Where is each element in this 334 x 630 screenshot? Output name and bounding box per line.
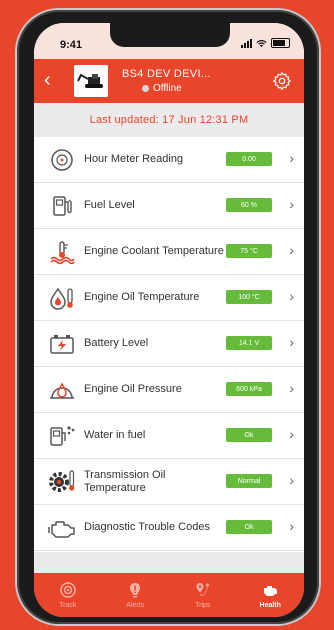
track-icon [60,581,76,598]
chevron-right-icon: › [289,426,294,442]
transmission-icon [46,466,78,498]
clock: 9:41 [60,39,83,51]
status-dot-icon [142,85,149,92]
water-in-fuel-icon [46,420,78,452]
chevron-right-icon: › [289,150,294,166]
oil-temperature-icon [46,282,78,314]
chevron-right-icon: › [289,242,294,258]
vehicle-thumbnail [74,65,108,97]
status-bar: 9:41 [34,23,304,59]
tab-label: Alerts [126,601,145,609]
row-transmission-oil-temperature[interactable]: Transmission Oil Temperature Normal › [34,459,304,505]
row-engine-oil-temperature[interactable]: Engine Oil Temperature 100 °C › [34,275,304,321]
row-engine-coolant-temperature[interactable]: Engine Coolant Temperature 75 °C › [34,229,304,275]
status-text: Offline [153,83,182,94]
gear-icon[interactable] [272,71,292,91]
system-icons [241,38,290,48]
row-battery-level[interactable]: Battery Level 14.1 V › [34,321,304,367]
status-badge: 100 °C [226,290,272,304]
list-footer-spacer [34,552,304,573]
tab-label: Track [59,601,77,609]
bottom-tab-bar: Track Alerts Trips Health [34,573,304,617]
row-label: Transmission Oil Temperature [84,468,166,494]
row-label: Engine Oil Pressure [84,383,182,395]
alert-icon [130,582,141,597]
tab-label: Health [259,601,281,609]
tab-alerts[interactable]: Alerts [105,582,165,609]
connection-status: Offline [142,83,182,94]
chevron-right-icon: › [289,334,294,350]
excavator-icon [77,73,103,88]
row-label: Diagnostic Trouble Codes [84,521,210,533]
tab-health[interactable]: Health [240,582,300,609]
engine-icon [46,512,78,544]
vehicle-title: BS4 DEV DEVI... [122,68,211,80]
status-badge: Ok [226,428,272,442]
row-engine-oil-pressure[interactable]: Engine Oil Pressure 600 kPa › [34,367,304,413]
health-parameter-list: Hour Meter Reading 0.00 › Fuel Level 60 … [34,137,304,551]
status-badge: Normal [226,474,272,488]
row-label: Hour Meter Reading [84,153,184,165]
trips-icon [196,582,209,596]
chevron-right-icon: › [289,518,294,534]
chevron-right-icon: › [289,380,294,396]
tab-label: Trips [195,601,211,609]
tab-trips[interactable]: Trips [173,582,233,609]
row-fuel-level[interactable]: Fuel Level 60 % › [34,183,304,229]
status-badge: Ok [226,520,272,534]
status-badge: 75 °C [226,244,272,258]
row-diagnostic-trouble-codes[interactable]: Diagnostic Trouble Codes Ok › [34,505,304,551]
health-icon [264,585,278,596]
status-badge: 14.1 V [226,336,272,350]
row-label: Battery Level [84,337,149,349]
fuel-pump-icon [46,190,78,222]
status-badge: 600 kPa [226,382,272,396]
battery-icon [46,328,78,360]
row-label: Engine Coolant Temperature [84,245,224,257]
status-badge: 60 % [226,198,272,212]
coolant-temperature-icon [46,236,78,268]
chevron-right-icon: › [289,472,294,488]
clock-icon [46,144,78,176]
battery-status-icon [271,38,290,48]
app-screen: 9:41 ‹ BS4 DEV DEVI... Offline Last upda… [34,23,304,617]
row-label: Water in fuel [84,429,146,441]
chevron-right-icon: › [289,288,294,304]
last-updated-bar: Last updated: 17 Jun 12:31 PM [34,103,304,137]
status-badge: 0.00 [226,152,272,166]
wifi-icon [256,39,267,47]
oil-pressure-icon [46,374,78,406]
row-label: Engine Oil Temperature [84,291,200,303]
app-header: ‹ BS4 DEV DEVI... Offline [34,59,304,103]
back-button[interactable]: ‹ [44,70,51,90]
row-hour-meter[interactable]: Hour Meter Reading 0.00 › [34,137,304,183]
signal-icon [241,38,252,48]
notch [110,23,230,47]
tab-track[interactable]: Track [38,581,98,609]
row-water-in-fuel[interactable]: Water in fuel Ok › [34,413,304,459]
chevron-right-icon: › [289,196,294,212]
row-label: Fuel Level [84,199,135,211]
